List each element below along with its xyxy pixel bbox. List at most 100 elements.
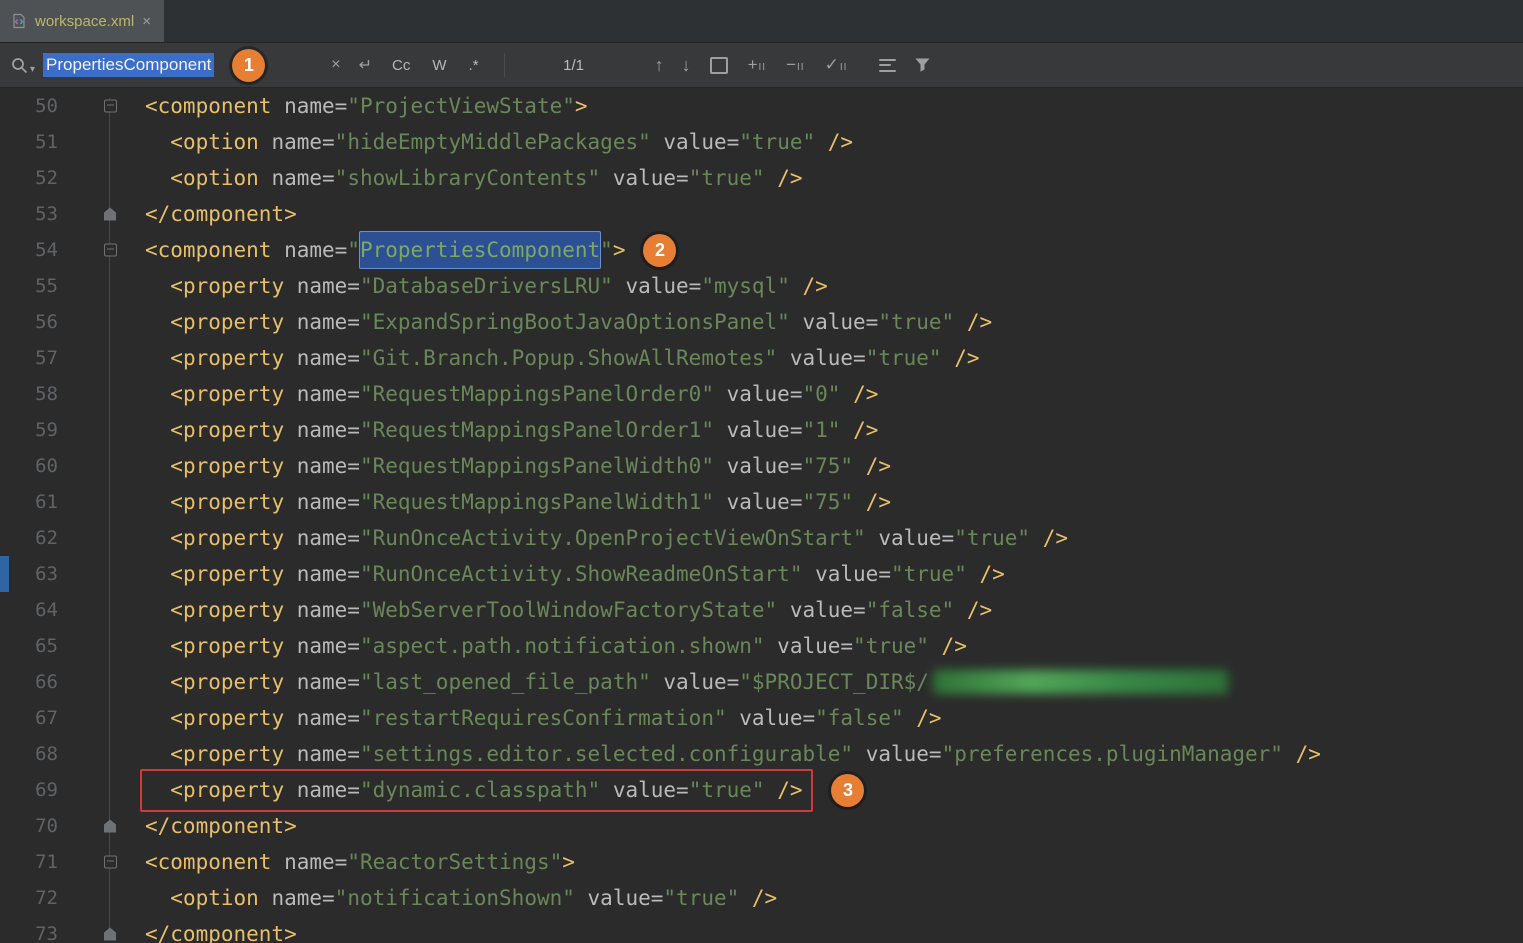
token-attr: value= — [714, 376, 803, 412]
token-tag: /> — [954, 592, 992, 628]
token-tag: /> — [929, 628, 967, 664]
line-number: 57 — [0, 340, 58, 376]
token-tag: /> — [765, 772, 803, 808]
tab-workspace-xml[interactable]: workspace.xml × — [0, 0, 164, 42]
select-all-occurrences-button[interactable]: ✓II — [825, 55, 848, 75]
filter-lines-icon[interactable] — [879, 59, 896, 72]
next-occurrence-button[interactable]: ↓ — [682, 55, 691, 76]
token-attr: value= — [714, 412, 803, 448]
previous-occurrence-button[interactable]: ↑ — [655, 55, 664, 76]
token-attr: value= — [777, 340, 866, 376]
code-text[interactable]: <component name="ReactorSettings"> — [145, 844, 575, 880]
code-text[interactable]: <option name="showLibraryContents" value… — [145, 160, 803, 196]
code-text[interactable]: <property name="RunOnceActivity.OpenProj… — [145, 520, 1068, 556]
code-text[interactable]: <property name="RequestMappingsPanelWidt… — [145, 448, 891, 484]
fold-start-icon[interactable] — [104, 244, 117, 257]
token-str: "hideEmptyMiddlePackages" — [335, 124, 651, 160]
token-tag: /> — [967, 556, 1005, 592]
token-attr: value= — [866, 520, 955, 556]
code-text[interactable]: <option name="notificationShown" value="… — [145, 880, 777, 916]
filter-icon[interactable] — [914, 57, 931, 73]
line-number: 51 — [0, 124, 58, 160]
search-history-caret-icon[interactable]: ▾ — [30, 64, 35, 75]
token-attr: value= — [600, 772, 689, 808]
token-str: "last_opened_file_path" — [360, 664, 651, 700]
clear-search-icon[interactable]: × — [331, 56, 340, 74]
token-str: "restartRequiresConfirmation" — [360, 700, 727, 736]
editor: 50<component name="ProjectViewState">51 … — [0, 88, 1523, 943]
token-tag: <property — [170, 412, 284, 448]
code-text[interactable]: </component> — [145, 916, 297, 943]
code-text[interactable]: <property name="dynamic.classpath" value… — [145, 769, 864, 812]
fold-end-icon[interactable] — [104, 820, 116, 833]
search-input[interactable]: PropertiesComponent 1 × ↵ — [43, 49, 381, 82]
code-text[interactable]: <property name="ExpandSpringBootJavaOpti… — [145, 304, 992, 340]
token-attr: value= — [714, 484, 803, 520]
token-sp — [145, 700, 170, 736]
tab-title: workspace.xml — [35, 13, 134, 30]
token-str: "RequestMappingsPanelWidth1" — [360, 484, 714, 520]
code-line: 57 <property name="Git.Branch.Popup.Show… — [0, 340, 1523, 376]
gutter-fold-column — [58, 772, 145, 808]
token-attr: name= — [271, 232, 347, 268]
token-str: "RequestMappingsPanelWidth0" — [360, 448, 714, 484]
code-text[interactable]: <component name="ProjectViewState"> — [145, 88, 588, 124]
code-text[interactable]: <property name="last_opened_file_path" v… — [145, 664, 1228, 700]
search-icon[interactable]: ▾ — [10, 56, 35, 75]
code-text[interactable]: <component name="PropertiesComponent">2 — [145, 232, 676, 268]
token-tag: /> — [815, 124, 853, 160]
code-line: 59 <property name="RequestMappingsPanelO… — [0, 412, 1523, 448]
token-attr: value= — [575, 880, 664, 916]
code-line: 61 <property name="RequestMappingsPanelW… — [0, 484, 1523, 520]
code-text[interactable]: <property name="RequestMappingsPanelOrde… — [145, 376, 878, 412]
fold-start-icon[interactable] — [104, 856, 117, 869]
token-attr: name= — [284, 268, 360, 304]
token-sp — [145, 772, 170, 808]
token-sp — [145, 268, 170, 304]
fold-end-icon[interactable] — [104, 928, 116, 941]
code-text[interactable]: <property name="RequestMappingsPanelOrde… — [145, 412, 878, 448]
find-in-selection-toggle[interactable] — [710, 57, 728, 74]
token-sp — [145, 628, 170, 664]
fold-start-icon[interactable] — [104, 100, 117, 113]
code-line: 70</component> — [0, 808, 1523, 844]
code-text[interactable]: <option name="hideEmptyMiddlePackages" v… — [145, 124, 853, 160]
token-attr: name= — [271, 88, 347, 124]
token-attr: name= — [284, 376, 360, 412]
regex-toggle[interactable]: .* — [469, 57, 479, 74]
code-text[interactable]: <property name="Git.Branch.Popup.ShowAll… — [145, 340, 980, 376]
words-toggle[interactable]: W — [432, 57, 446, 74]
gutter-fold-column — [58, 232, 145, 268]
token-sp — [145, 376, 170, 412]
code-text[interactable]: <property name="settings.editor.selected… — [145, 736, 1321, 772]
code-text[interactable]: <property name="RequestMappingsPanelWidt… — [145, 484, 891, 520]
fold-end-icon[interactable] — [104, 208, 116, 221]
add-occurrence-button[interactable]: +II — [748, 55, 767, 75]
code-line: 71<component name="ReactorSettings"> — [0, 844, 1523, 880]
token-str: "Git.Branch.Popup.ShowAllRemotes" — [360, 340, 777, 376]
token-sp — [145, 520, 170, 556]
line-number: 54 — [0, 232, 58, 268]
remove-occurrence-button[interactable]: −II — [786, 55, 805, 75]
token-str: "mysql" — [701, 268, 790, 304]
code-text[interactable]: </component> — [145, 808, 297, 844]
code-text[interactable]: <property name="RunOnceActivity.ShowRead… — [145, 556, 1005, 592]
code-text[interactable]: <property name="DatabaseDriversLRU" valu… — [145, 268, 828, 304]
code-text[interactable]: <property name="aspect.path.notification… — [145, 628, 967, 664]
token-attr: name= — [284, 412, 360, 448]
tab-close-icon[interactable]: × — [142, 13, 151, 30]
line-number: 66 — [0, 664, 58, 700]
token-sp — [145, 736, 170, 772]
token-sp — [145, 448, 170, 484]
token-tag: /> — [840, 412, 878, 448]
code-line: 66 <property name="last_opened_file_path… — [0, 664, 1523, 700]
token-tag: <property — [170, 772, 284, 808]
code-text[interactable]: <property name="WebServerToolWindowFacto… — [145, 592, 992, 628]
match-case-toggle[interactable]: Cc — [392, 57, 410, 74]
code-line: 56 <property name="ExpandSpringBootJavaO… — [0, 304, 1523, 340]
code-text[interactable]: <property name="restartRequiresConfirmat… — [145, 700, 942, 736]
gutter-fold-column — [58, 376, 145, 412]
newline-icon[interactable]: ↵ — [359, 55, 372, 75]
code-line: 65 <property name="aspect.path.notificat… — [0, 628, 1523, 664]
code-text[interactable]: </component> — [145, 196, 297, 232]
